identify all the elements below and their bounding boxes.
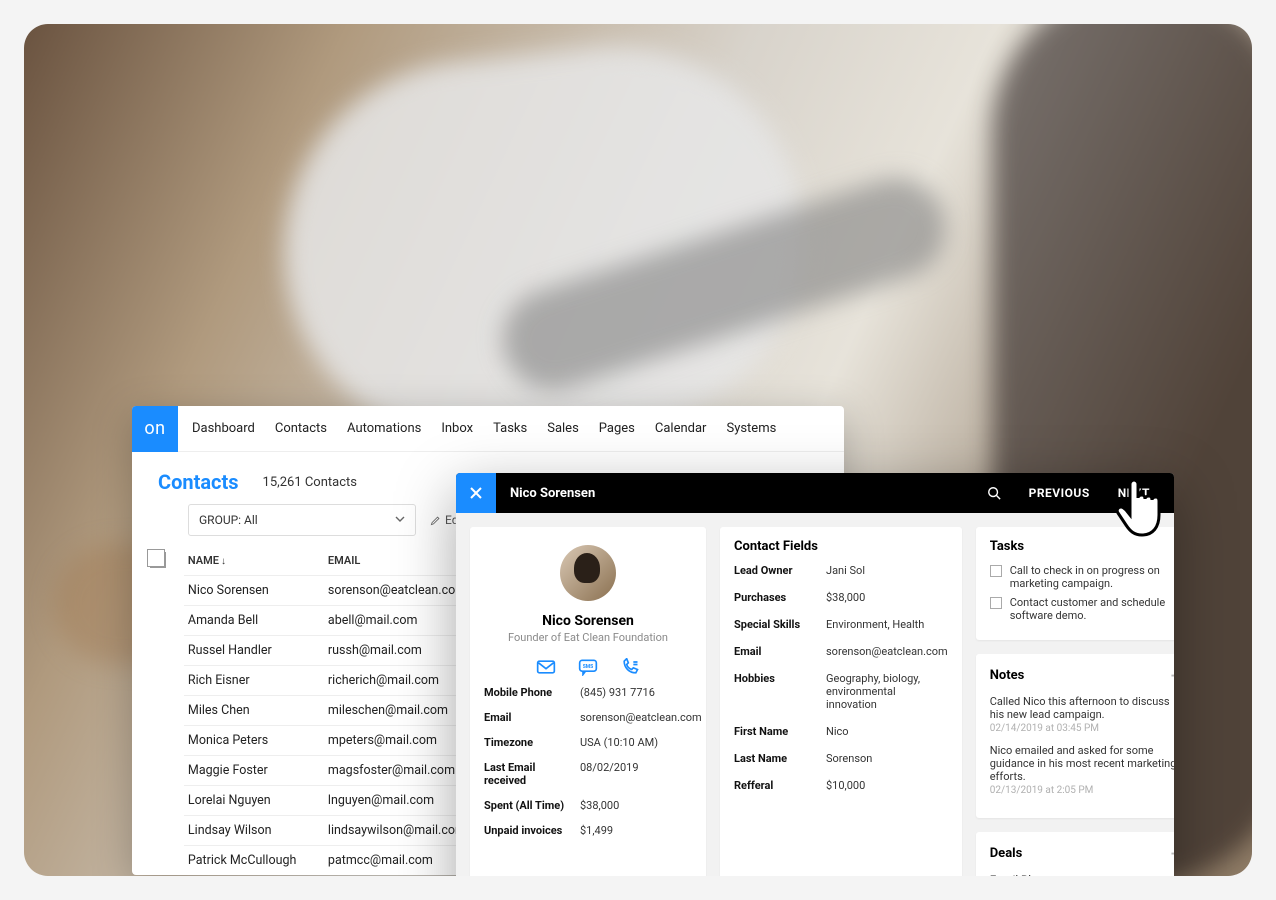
- task-text: Contact customer and schedule software d…: [1010, 596, 1174, 622]
- pencil-icon: [430, 515, 441, 526]
- notes-title: Notes: [990, 668, 1025, 683]
- note-timestamp: 02/13/2019 at 2:05 PM: [990, 785, 1174, 796]
- field-value: $1,499: [580, 824, 702, 837]
- detail-title: Nico Sorensen: [496, 486, 595, 501]
- field-value: sorenson@eatclean.com: [580, 711, 702, 724]
- add-note-button[interactable]: +: [1171, 666, 1174, 685]
- contact-fields-title: Contact Fields: [734, 539, 948, 554]
- next-button[interactable]: NEXT: [1118, 486, 1150, 500]
- close-icon: [469, 486, 483, 500]
- mail-icon[interactable]: [536, 658, 556, 676]
- contacts-count: 15,261 Contacts: [263, 475, 357, 490]
- field-value: 08/02/2019: [580, 761, 702, 787]
- select-all-checkbox[interactable]: [150, 552, 166, 568]
- field-value: $38,000: [580, 799, 702, 812]
- field-label: Refferal: [734, 779, 826, 792]
- note-item: Nico emailed and asked for some guidance…: [990, 744, 1174, 796]
- task-item: Contact customer and schedule software d…: [990, 596, 1174, 622]
- field-label: Mobile Phone: [484, 686, 580, 699]
- tasks-card: Tasks Call to check in on progress on ma…: [976, 527, 1174, 640]
- hero-photo-background: on Dashboard Contacts Automations Inbox Task…: [24, 24, 1252, 876]
- field-value: (845) 931 7716: [580, 686, 702, 699]
- previous-button[interactable]: PREVIOUS: [1029, 486, 1090, 500]
- field-label: Spent (All Time): [484, 799, 580, 812]
- field-label: Last Name: [734, 752, 826, 765]
- nav-item-pages[interactable]: Pages: [599, 421, 635, 436]
- group-select-label: GROUP: All: [199, 513, 258, 527]
- task-text: Call to check in on progress on marketin…: [1010, 564, 1174, 590]
- chevron-down-icon: [395, 513, 405, 527]
- note-timestamp: 02/14/2019 at 03:45 PM: [990, 723, 1174, 734]
- field-value: Sorenson: [826, 752, 948, 765]
- field-label: Timezone: [484, 736, 580, 749]
- deals-card: Deals + Email BlastDeal value: $10,000Cl…: [976, 832, 1174, 876]
- phone-icon[interactable]: [620, 658, 640, 676]
- main-navbar: on Dashboard Contacts Automations Inbox Task…: [132, 406, 844, 452]
- field-label: First Name: [734, 725, 826, 738]
- task-checkbox[interactable]: [990, 565, 1002, 577]
- profile-card: Nico Sorensen Founder of Eat Clean Found…: [470, 527, 706, 876]
- detail-top-bar: Nico Sorensen PREVIOUS NEXT: [456, 473, 1174, 513]
- profile-name: Nico Sorensen: [484, 613, 692, 629]
- search-icon[interactable]: [987, 486, 1001, 500]
- field-value: $38,000: [826, 591, 948, 604]
- add-deal-button[interactable]: +: [1171, 844, 1174, 863]
- deals-title: Deals: [990, 846, 1023, 861]
- contact-fields-card: Contact Fields Lead OwnerJani Sol Purchas…: [720, 527, 962, 876]
- field-label: Last Email received: [484, 761, 580, 787]
- field-value: Nico: [826, 725, 948, 738]
- nav-item-sales[interactable]: Sales: [547, 421, 579, 436]
- nav-item-inbox[interactable]: Inbox: [441, 421, 473, 436]
- app-logo[interactable]: on: [132, 406, 178, 452]
- nav-item-automations[interactable]: Automations: [347, 421, 421, 436]
- field-label: Hobbies: [734, 672, 826, 711]
- field-value: Jani Sol: [826, 564, 948, 577]
- field-label: Special Skills: [734, 618, 826, 631]
- nav-item-dashboard[interactable]: Dashboard: [192, 421, 255, 436]
- note-item: Called Nico this afternoon to discuss hi…: [990, 695, 1174, 734]
- page-title: Contacts: [158, 470, 239, 494]
- sms-icon[interactable]: SMS: [578, 658, 598, 676]
- task-checkbox[interactable]: [990, 597, 1002, 609]
- field-value: Geography, biology, environmental innova…: [826, 672, 948, 711]
- column-header-name[interactable]: NAME↓: [184, 546, 324, 576]
- field-label: Email: [484, 711, 580, 724]
- field-label: Unpaid invoices: [484, 824, 580, 837]
- field-value: $10,000: [826, 779, 948, 792]
- close-button[interactable]: [456, 473, 496, 513]
- task-item: Call to check in on progress on marketin…: [990, 564, 1174, 590]
- field-label: Purchases: [734, 591, 826, 604]
- nav-item-systems[interactable]: Systems: [726, 421, 776, 436]
- group-select[interactable]: GROUP: All: [188, 504, 416, 536]
- field-value: sorenson@eatclean.com: [826, 645, 948, 658]
- notes-card: Notes + Called Nico this afternoon to di…: [976, 654, 1174, 818]
- deal-item[interactable]: Email BlastDeal value: $10,000Close date…: [990, 873, 1174, 876]
- field-label: Lead Owner: [734, 564, 826, 577]
- field-value: USA (10:10 AM): [580, 736, 702, 749]
- svg-text:SMS: SMS: [583, 664, 594, 670]
- avatar: [560, 545, 616, 601]
- sort-arrow-icon: ↓: [221, 556, 226, 567]
- contact-detail-panel: Nico Sorensen PREVIOUS NEXT Nico Sorense…: [456, 473, 1174, 876]
- nav-item-calendar[interactable]: Calendar: [655, 421, 707, 436]
- nav-item-tasks[interactable]: Tasks: [493, 421, 527, 436]
- field-value: Environment, Health: [826, 618, 948, 631]
- field-label: Email: [734, 645, 826, 658]
- nav-item-contacts[interactable]: Contacts: [275, 421, 327, 436]
- profile-role: Founder of Eat Clean Foundation: [484, 631, 692, 644]
- tasks-title: Tasks: [990, 539, 1024, 554]
